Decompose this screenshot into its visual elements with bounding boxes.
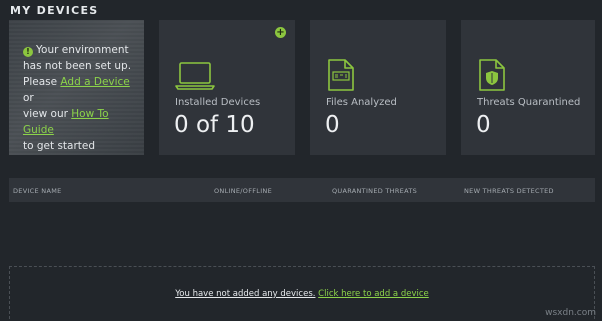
column-new-threats-detected[interactable]: NEW THREATS DETECTED: [464, 187, 554, 195]
column-online-offline[interactable]: ONLINE/OFFLINE: [214, 187, 272, 195]
setup-line-1: Your environment: [36, 44, 129, 56]
alert-icon: !: [23, 47, 33, 57]
threats-quarantined-card: Threats Quarantined 0: [461, 20, 595, 155]
no-devices-text: You have not added any devices.: [175, 289, 316, 299]
watermark: wsxdn.com: [545, 308, 596, 318]
setup-line-4-pre: view our: [23, 108, 72, 120]
installed-devices-label: Installed Devices: [175, 97, 261, 108]
installed-devices-value: 0 of 10: [174, 112, 255, 138]
setup-line-5: to get started: [23, 140, 96, 152]
empty-state-message: You have not added any devices. Click he…: [10, 289, 594, 299]
file-icon: [328, 59, 354, 91]
files-analyzed-card: Files Analyzed 0: [310, 20, 446, 155]
devices-table-header: DEVICE NAME ONLINE/OFFLINE QUARANTINED T…: [9, 178, 595, 202]
shield-file-icon: [479, 59, 505, 91]
installed-devices-card: + Installed Devices 0 of 10: [159, 20, 295, 155]
setup-line-2: has not been set up.: [23, 60, 132, 72]
column-quarantined-threats[interactable]: QUARANTINED THREATS: [332, 187, 417, 195]
add-device-button[interactable]: +: [275, 27, 286, 38]
add-device-cta-link[interactable]: Click here to add a device: [318, 289, 429, 299]
setup-card: ! Your environment has not been set up. P…: [9, 20, 144, 155]
files-analyzed-value: 0: [325, 112, 340, 138]
column-device-name[interactable]: DEVICE NAME: [13, 187, 62, 195]
empty-state-panel: You have not added any devices. Click he…: [9, 266, 595, 319]
laptop-icon: [175, 62, 215, 90]
setup-message: ! Your environment has not been set up. P…: [23, 42, 138, 154]
threats-quarantined-value: 0: [476, 112, 491, 138]
setup-line-3-pre: Please: [23, 76, 61, 88]
page-title: MY DEVICES: [10, 4, 99, 17]
files-analyzed-label: Files Analyzed: [326, 97, 397, 108]
threats-quarantined-label: Threats Quarantined: [477, 97, 581, 108]
setup-line-3-post: or: [23, 92, 34, 104]
add-device-link[interactable]: Add a Device: [60, 76, 129, 88]
